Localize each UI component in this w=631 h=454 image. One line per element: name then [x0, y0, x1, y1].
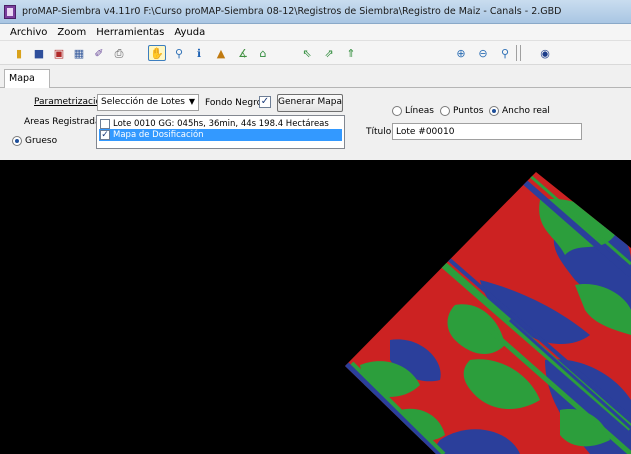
areas-listbox[interactable]: Lote 0010 GG: 045hs, 36min, 44s 198.4 He…: [96, 115, 345, 149]
globe-icon[interactable]: ◉: [538, 46, 552, 60]
list-item[interactable]: ✓ Mapa de Dosificación: [99, 129, 342, 141]
fondo-negro-checkbox[interactable]: ✓: [259, 96, 271, 108]
measure-icon[interactable]: ▲: [214, 46, 228, 60]
tab-mapa[interactable]: Mapa: [4, 69, 50, 89]
toolbar-separator: [520, 45, 521, 61]
fondo-negro-label: Fondo Negro: [205, 98, 263, 108]
list-item-checkbox[interactable]: [100, 119, 110, 129]
dosification-map: [345, 172, 631, 454]
generar-mapa-button[interactable]: Generar Mapa: [277, 94, 343, 112]
puntos-label: Puntos: [453, 106, 484, 116]
lineas-radio[interactable]: [392, 106, 402, 116]
parametrizacion-value: Selección de Lotes: [101, 97, 185, 107]
open-folder-icon[interactable]: ▮: [12, 46, 26, 60]
arrow-up-left-icon[interactable]: ⇖: [300, 46, 314, 60]
grueso-radio[interactable]: [12, 136, 22, 146]
brush-icon[interactable]: ✐: [92, 46, 106, 60]
export-icon[interactable]: ▣: [52, 46, 66, 60]
areas-registradas-label: Areas Registradas: [24, 117, 106, 127]
zoom-extent-icon[interactable]: ⚲: [498, 46, 512, 60]
menu-archivo[interactable]: Archivo: [10, 27, 47, 38]
menu-zoom[interactable]: Zoom: [57, 27, 86, 38]
parametrizacion-label: Parametrización: [34, 97, 107, 107]
calculator-icon[interactable]: ▦: [72, 46, 86, 60]
toolbar-separator: [516, 45, 517, 61]
ancho-real-radio[interactable]: [489, 106, 499, 116]
window-title: proMAP-Siembra v4.11r0 F:\Curso proMAP-S…: [22, 6, 562, 17]
home-icon[interactable]: ⌂: [256, 46, 270, 60]
control-panel: Parametrización Selección de Lotes ▼ Fon…: [0, 88, 631, 160]
zoom-out-icon[interactable]: ⊖: [476, 46, 490, 60]
list-item-label: Lote 0010 GG: 045hs, 36min, 44s 198.4 He…: [113, 119, 329, 129]
magnifier-icon[interactable]: ⚲: [172, 46, 186, 60]
menu-ayuda[interactable]: Ayuda: [174, 27, 205, 38]
ancho-real-label: Ancho real: [502, 106, 550, 116]
arrow-up-icon[interactable]: ⇑: [344, 46, 358, 60]
titulo-input[interactable]: Lote #00010: [392, 123, 582, 140]
titulo-label: Título: [366, 127, 392, 137]
puntos-radio[interactable]: [440, 106, 450, 116]
toolbar: ▮ ■ ▣ ▦ ✐ ⎙ ✋ ⚲ ℹ ▲ ∡ ⌂ ⇖ ⇗ ⇑ ⊕ ⊖ ⚲ ◉: [0, 41, 631, 65]
hand-pan-icon[interactable]: ✋: [148, 45, 166, 61]
list-item-checkbox[interactable]: ✓: [100, 130, 110, 140]
info-icon[interactable]: ℹ: [192, 46, 206, 60]
lineas-label: Líneas: [405, 106, 434, 116]
arrow-up-right-icon[interactable]: ⇗: [322, 46, 336, 60]
chevron-down-icon: ▼: [188, 97, 195, 106]
menu-herramientas[interactable]: Herramientas: [96, 27, 164, 38]
print-icon[interactable]: ⎙: [112, 46, 126, 60]
map-canvas[interactable]: [0, 160, 631, 454]
list-item-label: Mapa de Dosificación: [113, 130, 204, 140]
menu-bar: Archivo Zoom Herramientas Ayuda: [0, 24, 631, 41]
grueso-label: Grueso: [25, 136, 58, 146]
zoom-in-icon[interactable]: ⊕: [454, 46, 468, 60]
parametrizacion-select[interactable]: Selección de Lotes ▼: [97, 94, 199, 111]
app-icon: [4, 4, 16, 19]
compass-icon[interactable]: ∡: [236, 46, 250, 60]
save-icon[interactable]: ■: [32, 46, 46, 60]
tab-strip: Mapa: [0, 66, 631, 89]
title-bar: proMAP-Siembra v4.11r0 F:\Curso proMAP-S…: [0, 0, 631, 24]
